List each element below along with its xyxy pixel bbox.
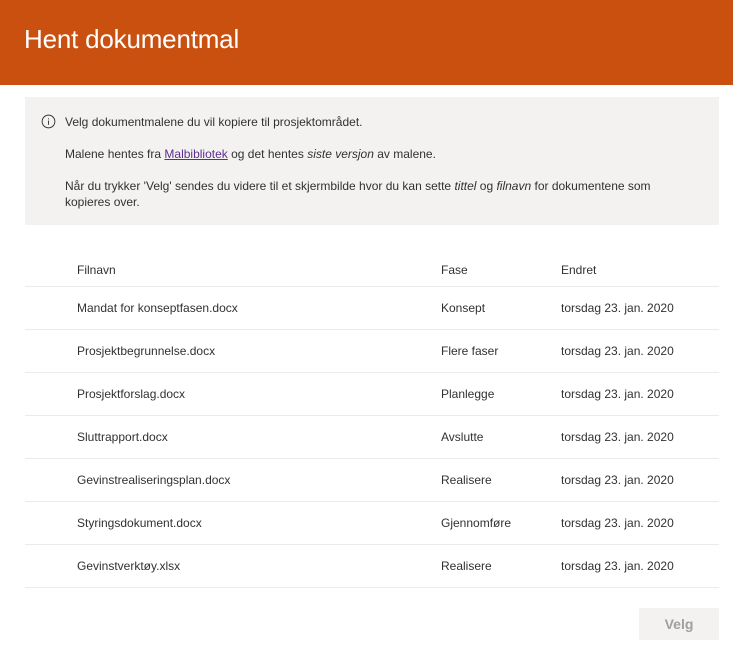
info-text-title-word: tittel	[454, 179, 477, 193]
table-row[interactable]: Gevinstverktøy.xlsx Realisere torsdag 23…	[25, 545, 719, 588]
cell-changed: torsdag 23. jan. 2020	[561, 430, 674, 444]
info-message-bar: Velg dokumentmalene du vil kopiere til p…	[25, 97, 719, 225]
cell-changed: torsdag 23. jan. 2020	[561, 344, 674, 358]
info-text-next-prefix: Når du trykker 'Velg' sendes du videre t…	[65, 179, 455, 193]
cell-phase: Konsept	[441, 301, 486, 315]
table-row[interactable]: Sluttrapport.docx Avslutte torsdag 23. j…	[25, 416, 719, 459]
dialog-header: Hent dokumentmal	[0, 0, 733, 85]
info-text-next-suffix: for dokumentene som	[531, 179, 651, 193]
column-header-endret[interactable]: Endret	[561, 263, 596, 277]
cell-filename: Mandat for konseptfasen.docx	[77, 301, 238, 315]
cell-filename: Prosjektforslag.docx	[77, 387, 186, 401]
cell-phase: Realisere	[441, 473, 492, 487]
cell-phase: Avslutte	[441, 430, 484, 444]
table-row[interactable]: Mandat for konseptfasen.docx Konsept tor…	[25, 287, 719, 330]
cell-filename: Prosjektbegrunnelse.docx	[77, 344, 216, 358]
velg-button[interactable]: Velg	[639, 608, 719, 640]
cell-filename: Gevinstverktøy.xlsx	[77, 559, 181, 573]
info-text-source-suffix: av malene.	[373, 147, 436, 161]
table-row[interactable]: Prosjektbegrunnelse.docx Flere faser tor…	[25, 330, 719, 373]
cell-filename: Sluttrapport.docx	[77, 430, 168, 444]
column-header-fase[interactable]: Fase	[441, 263, 468, 277]
info-text-source-mid: og det hentes	[227, 147, 308, 161]
table-row[interactable]: Styringsdokument.docx Gjennomføre torsda…	[25, 502, 719, 545]
cell-filename: Gevinstrealiseringsplan.docx	[77, 473, 231, 487]
cell-phase: Gjennomføre	[441, 516, 512, 530]
info-text-source: Malene hentes fra Malbibliotek og det he…	[65, 146, 436, 162]
info-text-intro: Velg dokumentmalene du vil kopiere til p…	[65, 115, 363, 129]
template-list: Filnavn Fase Endret Mandat for konseptfa…	[25, 251, 719, 588]
list-header: Filnavn Fase Endret	[25, 251, 719, 287]
cell-phase: Flere faser	[441, 344, 499, 358]
info-text-filename-word: filnavn	[496, 179, 532, 193]
malbibliotek-link[interactable]: Malbibliotek	[164, 147, 227, 161]
cell-changed: torsdag 23. jan. 2020	[561, 473, 674, 487]
dialog-title: Hent dokumentmal	[24, 24, 240, 54]
info-icon	[41, 114, 56, 129]
cell-changed: torsdag 23. jan. 2020	[561, 387, 674, 401]
cell-phase: Realisere	[441, 559, 492, 573]
cell-changed: torsdag 23. jan. 2020	[561, 516, 674, 530]
table-row[interactable]: Prosjektforslag.docx Planlegge torsdag 2…	[25, 373, 719, 416]
column-header-filnavn[interactable]: Filnavn	[77, 263, 116, 277]
cell-filename: Styringsdokument.docx	[77, 516, 202, 530]
table-row[interactable]: Gevinstrealiseringsplan.docx Realisere t…	[25, 459, 719, 502]
info-text-version: siste versjon	[307, 147, 374, 161]
info-text-next-step-cont: kopieres over.	[65, 195, 140, 209]
cell-changed: torsdag 23. jan. 2020	[561, 301, 674, 315]
cell-changed: torsdag 23. jan. 2020	[561, 559, 674, 573]
info-text-next-mid: og	[476, 179, 497, 193]
info-text-next-step: Når du trykker 'Velg' sendes du videre t…	[65, 178, 651, 194]
info-text-source-prefix: Malene hentes fra	[65, 147, 165, 161]
cell-phase: Planlegge	[441, 387, 495, 401]
